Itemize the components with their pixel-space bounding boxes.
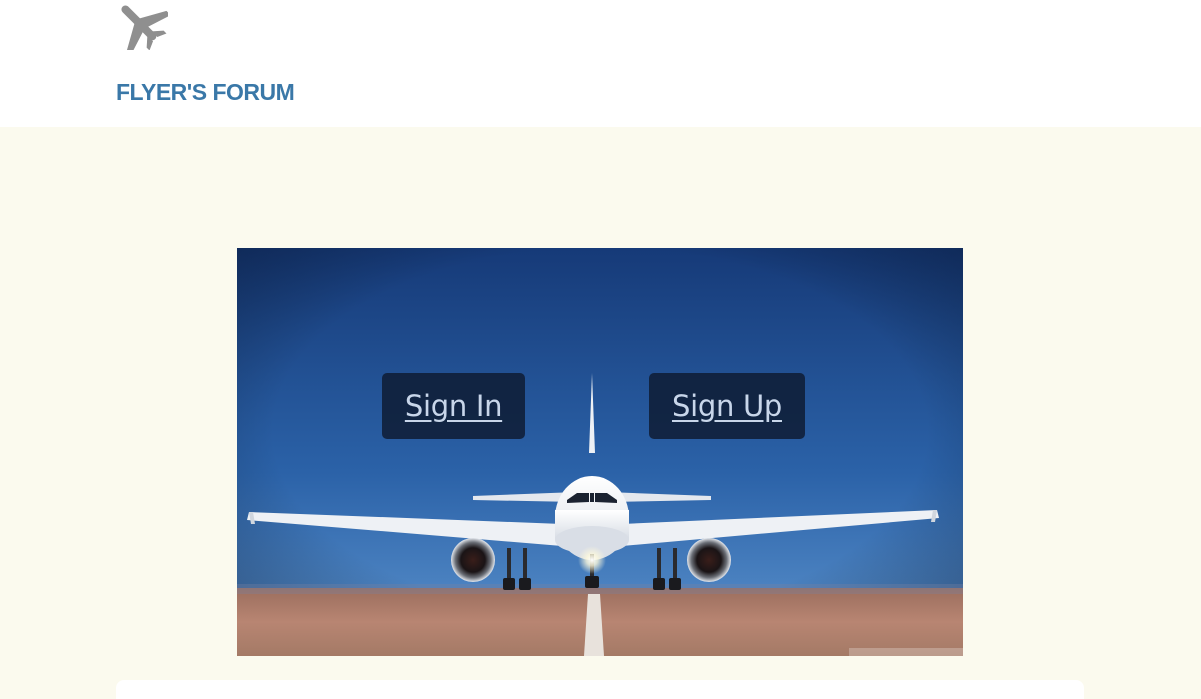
airplane-icon [114,0,171,55]
content-panel [116,680,1084,699]
sign-up-button[interactable]: Sign Up [649,373,805,439]
hero-image [237,248,963,656]
site-header: FLYER'S FORUM [0,0,1201,127]
site-brand-link[interactable]: FLYER'S FORUM [116,79,295,106]
airplane-photo [237,248,963,656]
sign-in-button[interactable]: Sign In [382,373,525,439]
